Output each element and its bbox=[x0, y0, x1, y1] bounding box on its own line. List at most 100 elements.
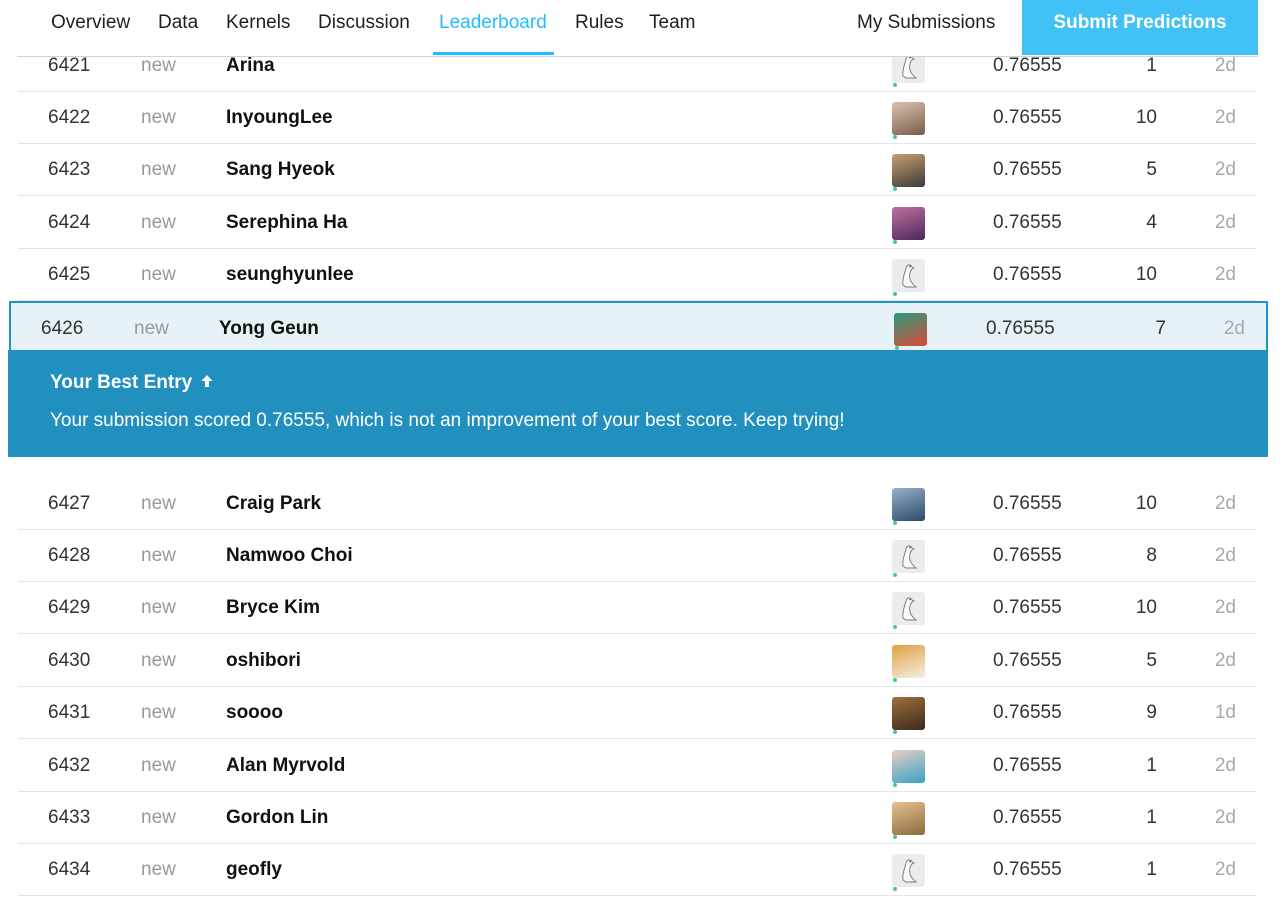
team-name[interactable]: Yong Geun bbox=[219, 303, 319, 355]
team-name[interactable]: Craig Park bbox=[226, 478, 321, 530]
goose-icon[interactable] bbox=[892, 592, 925, 625]
team-name[interactable]: Alan Myrvold bbox=[226, 740, 345, 792]
tab-rules[interactable]: Rules bbox=[575, 0, 624, 55]
status-dot bbox=[893, 730, 897, 734]
my-submissions-link[interactable]: My Submissions bbox=[857, 0, 995, 55]
entries-cell: 1 bbox=[1146, 807, 1157, 828]
arrow-up-icon bbox=[199, 373, 215, 389]
avatar[interactable] bbox=[892, 102, 925, 135]
team-name[interactable]: InyoungLee bbox=[226, 92, 333, 144]
change-cell: new bbox=[141, 755, 176, 776]
last-submission-cell: 2d bbox=[1214, 107, 1236, 128]
entries-cell: 10 bbox=[1135, 597, 1157, 618]
banner-title: Your Best Entry bbox=[50, 372, 215, 394]
rank-cell: 6434 bbox=[48, 859, 91, 880]
table-row: 6432 new Alan Myrvold 0.76555 1 2d bbox=[18, 740, 1257, 792]
status-dot bbox=[893, 521, 897, 525]
rank-cell: 6424 bbox=[48, 212, 91, 233]
score-cell: 0.76555 bbox=[993, 755, 1062, 776]
status-dot bbox=[893, 187, 897, 191]
team-name[interactable]: oshibori bbox=[226, 635, 301, 687]
table-row: 6429 new Bryce Kim 0.76555 10 2d bbox=[18, 582, 1257, 634]
goose-icon[interactable] bbox=[892, 259, 925, 292]
change-cell: new bbox=[141, 597, 176, 618]
score-cell: 0.76555 bbox=[993, 859, 1062, 880]
change-cell: new bbox=[141, 545, 176, 566]
rank-cell: 6422 bbox=[48, 107, 91, 128]
entries-cell: 10 bbox=[1135, 493, 1157, 514]
tab-data[interactable]: Data bbox=[158, 0, 198, 55]
entries-cell: 1 bbox=[1146, 755, 1157, 776]
score-cell: 0.76555 bbox=[993, 702, 1062, 723]
avatar[interactable] bbox=[892, 488, 925, 521]
status-dot bbox=[893, 625, 897, 629]
tab-discussion[interactable]: Discussion bbox=[318, 0, 410, 55]
change-cell: new bbox=[141, 859, 176, 880]
last-submission-cell: 2d bbox=[1214, 755, 1236, 776]
avatar[interactable] bbox=[892, 802, 925, 835]
status-dot bbox=[893, 135, 897, 139]
goose-icon[interactable] bbox=[892, 854, 925, 887]
submit-predictions-button[interactable]: Submit Predictions bbox=[1022, 0, 1258, 55]
change-cell: new bbox=[141, 650, 176, 671]
score-cell: 0.76555 bbox=[993, 107, 1062, 128]
table-row: 6423 new Sang Hyeok 0.76555 5 2d bbox=[18, 144, 1257, 196]
last-submission-cell: 2d bbox=[1214, 493, 1236, 514]
team-name[interactable]: Gordon Lin bbox=[226, 792, 328, 844]
tab-team[interactable]: Team bbox=[649, 0, 695, 55]
change-cell: new bbox=[141, 159, 176, 180]
team-name[interactable]: geofly bbox=[226, 844, 282, 896]
table-row: 6427 new Craig Park 0.76555 10 2d bbox=[18, 478, 1257, 530]
avatar[interactable] bbox=[892, 697, 925, 730]
tab-leaderboard[interactable]: Leaderboard bbox=[439, 0, 547, 55]
goose-icon[interactable] bbox=[892, 540, 925, 573]
avatar[interactable] bbox=[892, 645, 925, 678]
last-submission-cell: 2d bbox=[1214, 650, 1236, 671]
score-cell: 0.76555 bbox=[993, 264, 1062, 285]
team-name[interactable]: Sang Hyeok bbox=[226, 144, 335, 196]
tab-overview[interactable]: Overview bbox=[51, 0, 130, 55]
score-cell: 0.76555 bbox=[993, 597, 1062, 618]
last-submission-cell: 2d bbox=[1214, 807, 1236, 828]
team-name[interactable]: seunghyunlee bbox=[226, 249, 354, 301]
table-row: 6433 new Gordon Lin 0.76555 1 2d bbox=[18, 792, 1257, 844]
rank-cell: 6427 bbox=[48, 493, 91, 514]
tab-kernels[interactable]: Kernels bbox=[226, 0, 290, 55]
entries-cell: 5 bbox=[1146, 650, 1157, 671]
change-cell: new bbox=[141, 702, 176, 723]
team-name[interactable]: Bryce Kim bbox=[226, 582, 320, 634]
entries-cell: 4 bbox=[1146, 212, 1157, 233]
banner-title-text: Your Best Entry bbox=[50, 372, 193, 393]
table-row: 6424 new Serephina Ha 0.76555 4 2d bbox=[18, 197, 1257, 249]
avatar[interactable] bbox=[892, 750, 925, 783]
status-dot bbox=[893, 292, 897, 296]
rank-cell: 6432 bbox=[48, 755, 91, 776]
status-dot bbox=[893, 83, 897, 87]
table-row: 6431 new soooo 0.76555 9 1d bbox=[18, 687, 1257, 739]
team-name[interactable]: soooo bbox=[226, 687, 283, 739]
team-name[interactable]: Namwoo Choi bbox=[226, 530, 353, 582]
table-row: 6425 new seunghyunlee 0.76555 10 2d bbox=[18, 249, 1257, 301]
change-cell: new bbox=[134, 318, 169, 339]
change-cell: new bbox=[141, 107, 176, 128]
last-submission-cell: 2d bbox=[1214, 545, 1236, 566]
avatar[interactable] bbox=[892, 207, 925, 240]
change-cell: new bbox=[141, 212, 176, 233]
my-team-row: 6426 new Yong Geun 0.76555 7 2d bbox=[9, 301, 1268, 353]
change-cell: new bbox=[141, 493, 176, 514]
team-name[interactable]: Serephina Ha bbox=[226, 197, 347, 249]
status-dot bbox=[893, 887, 897, 891]
entries-cell: 10 bbox=[1135, 264, 1157, 285]
avatar[interactable] bbox=[892, 154, 925, 187]
rank-cell: 6433 bbox=[48, 807, 91, 828]
status-dot bbox=[893, 678, 897, 682]
rank-cell: 6428 bbox=[48, 545, 91, 566]
rank-cell: 6431 bbox=[48, 702, 91, 723]
entries-cell: 9 bbox=[1146, 702, 1157, 723]
rank-cell: 6429 bbox=[48, 597, 91, 618]
active-tab-indicator bbox=[433, 52, 554, 55]
score-cell: 0.76555 bbox=[993, 807, 1062, 828]
avatar[interactable] bbox=[894, 313, 927, 346]
last-submission-cell: 2d bbox=[1223, 318, 1245, 339]
table-row: 6428 new Namwoo Choi 0.76555 8 2d bbox=[18, 530, 1257, 582]
